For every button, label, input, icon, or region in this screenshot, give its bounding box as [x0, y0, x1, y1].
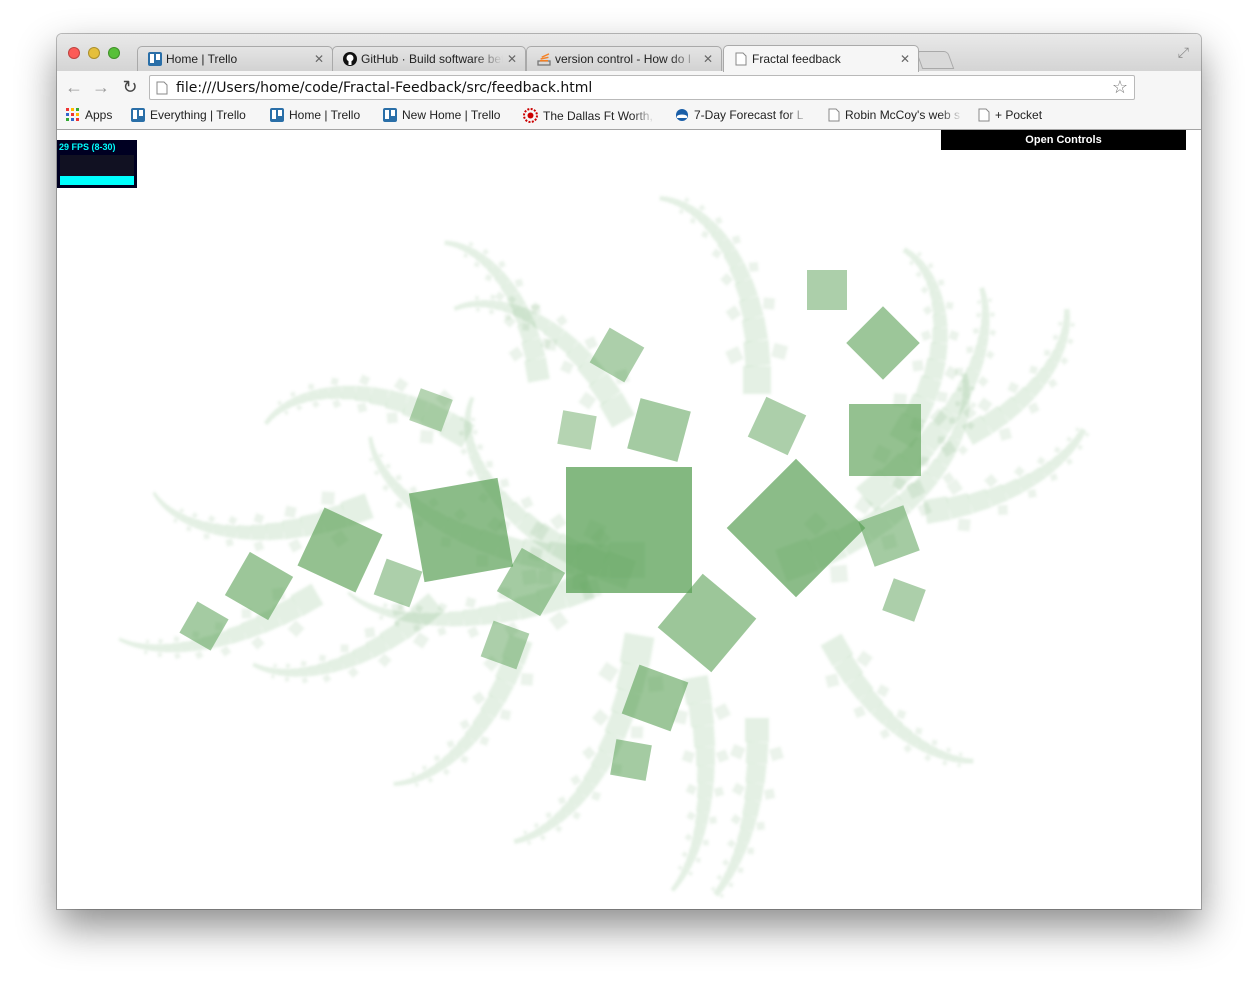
close-tab-icon[interactable]: ✕	[900, 52, 910, 66]
fps-graph-bar	[60, 176, 134, 185]
tab-title: version control - How do I	[555, 52, 692, 66]
browser-window: Home | Trello ✕ GitHub · Build software …	[57, 34, 1201, 909]
bookmark-robin-mccoy[interactable]: Robin McCoy's web s	[828, 108, 963, 122]
bookmark-dallas-weather[interactable]: The Dallas Ft Worth,	[523, 108, 655, 123]
bookmark-everything-trello[interactable]: Everything | Trello	[131, 108, 246, 122]
url-input[interactable]	[176, 78, 1096, 97]
close-tab-icon[interactable]: ✕	[703, 52, 713, 66]
bookmark-apps[interactable]: Apps	[66, 108, 112, 122]
bookmark-pocket[interactable]: + Pocket	[978, 108, 1042, 122]
bookmark-label: 7-Day Forecast for L	[694, 108, 804, 122]
bookmark-label: + Pocket	[995, 108, 1043, 122]
github-icon	[343, 52, 357, 66]
open-controls-button[interactable]: Open Controls	[941, 130, 1186, 150]
trello-icon	[270, 108, 284, 122]
apps-grid-icon	[66, 108, 80, 122]
reload-icon[interactable]: ↻	[119, 77, 141, 97]
bookmark-home-trello[interactable]: Home | Trello	[270, 108, 360, 122]
close-tab-icon[interactable]: ✕	[507, 52, 517, 66]
trello-icon	[131, 108, 145, 122]
forward-icon[interactable]: →	[90, 77, 112, 97]
page-icon	[734, 52, 748, 66]
trello-icon	[383, 108, 397, 122]
new-tab-button[interactable]	[915, 51, 955, 69]
bookmark-7day-forecast[interactable]: 7-Day Forecast for L	[675, 108, 809, 122]
tab-title: Fractal feedback	[752, 52, 841, 66]
close-tab-icon[interactable]: ✕	[314, 52, 324, 66]
page-content: 29 FPS (8-30) Open Controls	[57, 130, 1201, 909]
tab-trello-home[interactable]: Home | Trello ✕	[137, 46, 333, 71]
fractal-canvas[interactable]	[57, 130, 1201, 909]
bookmark-label: Everything | Trello	[150, 108, 246, 122]
fps-graph	[60, 155, 134, 185]
minimize-window-button[interactable]	[88, 47, 100, 59]
trello-icon	[148, 52, 162, 66]
bookmark-label: The Dallas Ft Worth,	[543, 108, 653, 123]
close-window-button[interactable]	[68, 47, 80, 59]
bookmark-star-icon[interactable]: ☆	[1112, 77, 1128, 98]
stackoverflow-icon	[537, 52, 551, 66]
page-icon	[828, 108, 840, 122]
tab-github[interactable]: GitHub · Build software better ✕	[332, 46, 526, 71]
noaa-icon	[675, 108, 689, 122]
tab-fractal-feedback[interactable]: Fractal feedback ✕	[723, 45, 919, 72]
window-controls	[68, 47, 120, 59]
bookmark-label: Robin McCoy's web s	[845, 108, 960, 122]
fps-readout: 29 FPS (8-30)	[59, 142, 116, 152]
sun-icon	[523, 108, 538, 123]
tab-stackoverflow[interactable]: version control - How do I ✕	[526, 46, 722, 71]
bookmark-label: Apps	[85, 108, 113, 122]
back-icon[interactable]: ←	[63, 77, 85, 97]
page-icon	[156, 81, 168, 100]
page-icon	[978, 108, 990, 122]
bookmark-new-home-trello[interactable]: New Home | Trello	[383, 108, 500, 122]
tab-title: Home | Trello	[166, 52, 238, 66]
fullscreen-icon[interactable]: ⤢	[1178, 44, 1189, 61]
title-bar: Home | Trello ✕ GitHub · Build software …	[57, 34, 1201, 72]
bookmark-label: New Home | Trello	[402, 108, 501, 122]
browser-toolbar: ← → ↻ ☆	[57, 71, 1201, 130]
fps-stats-panel[interactable]: 29 FPS (8-30)	[57, 140, 137, 188]
bookmarks-bar: Apps Everything | Trello Home | Trello N…	[57, 104, 1201, 130]
tab-title: GitHub · Build software better	[361, 52, 503, 66]
zoom-window-button[interactable]	[108, 47, 120, 59]
bookmark-label: Home | Trello	[289, 108, 361, 122]
address-bar[interactable]: ☆	[149, 75, 1135, 100]
